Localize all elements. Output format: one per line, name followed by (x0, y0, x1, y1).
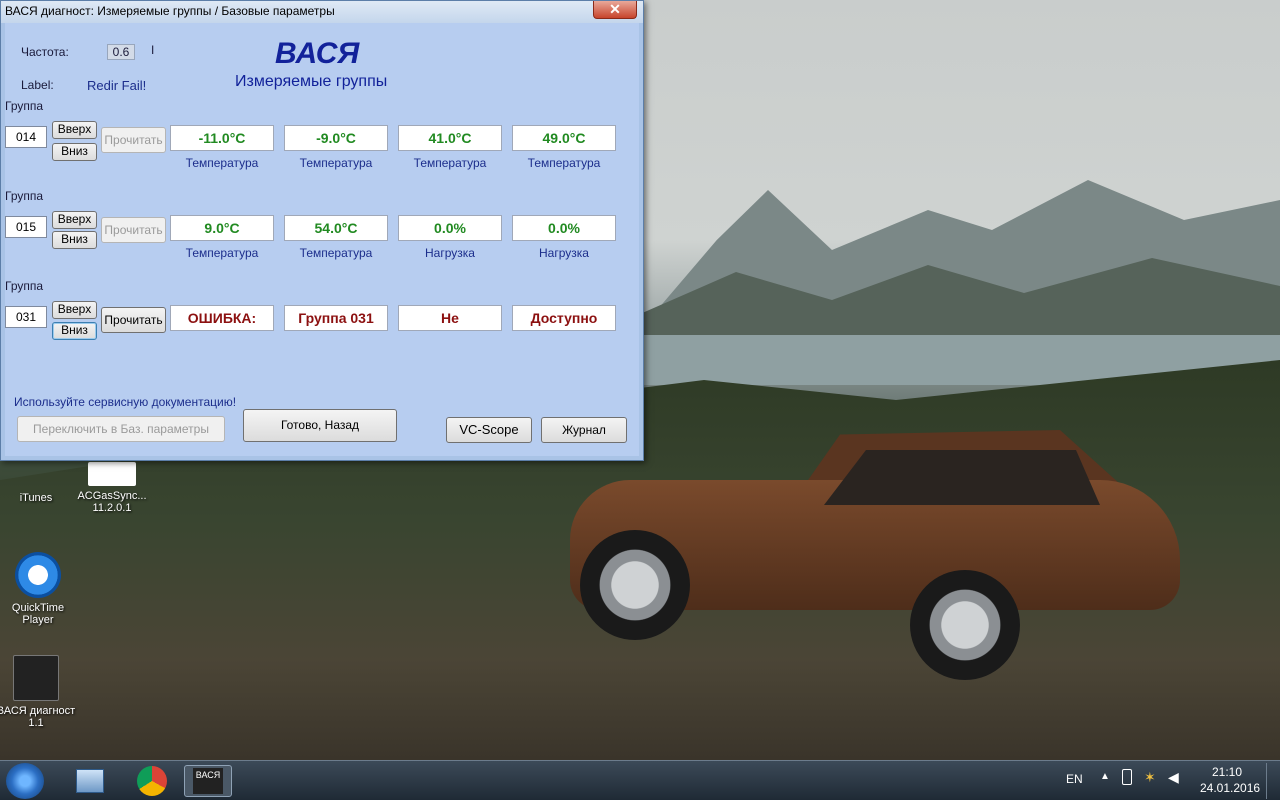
group-label-1: Группа (5, 99, 44, 113)
tray-expand-icon[interactable]: ▲ (1100, 771, 1110, 782)
group-3-value-2: Группа 031 (284, 305, 388, 331)
group-3-value-4: Доступно (512, 305, 616, 331)
group-2-value-1: 9.0°C (170, 215, 274, 241)
group-2-value-3: 0.0% (398, 215, 502, 241)
clock-time[interactable]: 21:10 (1212, 765, 1242, 779)
quicktime-icon (15, 552, 61, 598)
group-1-value-2: -9.0°C (284, 125, 388, 151)
network-warning-icon[interactable]: ✶ (1144, 769, 1156, 786)
group-2-value-2: 54.0°C (284, 215, 388, 241)
vasya-icon: ВАСЯ (193, 768, 223, 794)
desktop-icon-acgassync[interactable]: ACGasSync... 11.2.0.1 (72, 462, 152, 514)
page-subtitle: Измеряемые группы (235, 73, 388, 90)
language-indicator[interactable]: EN (1066, 772, 1083, 786)
itunes-icon (13, 470, 59, 488)
window-titlebar[interactable]: ВАСЯ диагност: Измеряемые группы / Базов… (1, 1, 643, 23)
group-2-unit-1: Температура (185, 246, 259, 260)
frequency-label: Частота: (21, 45, 69, 59)
group-2-value-4: 0.0% (512, 215, 616, 241)
taskbar-vasya[interactable]: ВАСЯ (184, 765, 232, 797)
group-1-unit-4: Температура (527, 156, 601, 170)
vasya-window: ВАСЯ диагност: Измеряемые группы / Базов… (0, 0, 644, 461)
group-3-value-1: ОШИБКА: (170, 305, 274, 331)
service-doc-note: Используйте сервисную документацию! (14, 395, 237, 409)
volume-icon[interactable]: ◀ (1168, 769, 1179, 786)
group-1-read-button[interactable]: Прочитать (101, 127, 166, 153)
group-1-unit-3: Температура (413, 156, 487, 170)
explorer-icon (76, 769, 104, 793)
taskbar-explorer[interactable] (66, 765, 114, 797)
desktop-icon-quicktime[interactable]: QuickTime Player (0, 552, 78, 626)
group-number-input-1[interactable]: 014 (5, 126, 47, 148)
taskbar-chrome[interactable] (128, 765, 176, 797)
group-3-read-button[interactable]: Прочитать (101, 307, 166, 333)
group-number-input-2[interactable]: 015 (5, 216, 47, 238)
window-client: Частота: 0.6 I Label: Redir Fail! ВАСЯ И… (5, 23, 639, 456)
group-1-unit-2: Температура (299, 156, 373, 170)
switch-basic-params-button[interactable]: Переключить в Баз. параметры (17, 416, 225, 442)
group-2-unit-3: Нагрузка (425, 246, 475, 260)
vc-scope-button[interactable]: VC-Scope (446, 417, 532, 443)
label-label: Label: (21, 78, 54, 92)
group-2-down-button[interactable]: Вниз (52, 231, 97, 249)
wallpaper-car (570, 420, 1190, 680)
frequency-indicator: I (151, 43, 155, 57)
group-1-value-1: -11.0°C (170, 125, 274, 151)
group-3-up-button[interactable]: Вверх (52, 301, 97, 319)
group-1-value-3: 41.0°C (398, 125, 502, 151)
window-title: ВАСЯ диагност: Измеряемые группы / Базов… (5, 4, 335, 18)
group-3-down-button[interactable]: Вниз (52, 322, 97, 340)
done-back-button[interactable]: Готово, Назад (243, 409, 397, 442)
frequency-value: 0.6 (107, 44, 135, 60)
group-2-read-button[interactable]: Прочитать (101, 217, 166, 243)
group-1-value-4: 49.0°C (512, 125, 616, 151)
show-desktop-button[interactable] (1266, 763, 1278, 799)
acgassync-icon (88, 462, 136, 486)
taskbar: ВАСЯ EN ▲ ✶ ◀ 21:10 24.01.2016 (0, 760, 1280, 800)
app-title: ВАСЯ (275, 37, 360, 70)
group-1-up-button[interactable]: Вверх (52, 121, 97, 139)
group-2-unit-2: Температура (299, 246, 373, 260)
vasya-icon (13, 655, 59, 701)
group-2-up-button[interactable]: Вверх (52, 211, 97, 229)
group-label-2: Группа (5, 189, 44, 203)
desktop-icon-vasya[interactable]: ВАСЯ диагност 1.1 (0, 655, 76, 729)
chrome-icon (137, 766, 167, 796)
close-button[interactable]: ✕ (593, 1, 637, 19)
log-button[interactable]: Журнал (541, 417, 627, 443)
clock-date[interactable]: 24.01.2016 (1200, 781, 1260, 795)
close-icon: ✕ (609, 1, 621, 17)
group-1-down-button[interactable]: Вниз (52, 143, 97, 161)
group-number-input-3[interactable]: 031 (5, 306, 47, 328)
start-button[interactable] (6, 763, 44, 799)
desktop-icon-itunes[interactable]: iTunes (0, 470, 76, 504)
battery-icon[interactable] (1122, 769, 1132, 785)
group-label-3: Группа (5, 279, 44, 293)
label-value: Redir Fail! (87, 78, 147, 93)
group-2-unit-4: Нагрузка (539, 246, 589, 260)
group-3-value-3: Не (398, 305, 502, 331)
group-1-unit-1: Температура (185, 156, 259, 170)
